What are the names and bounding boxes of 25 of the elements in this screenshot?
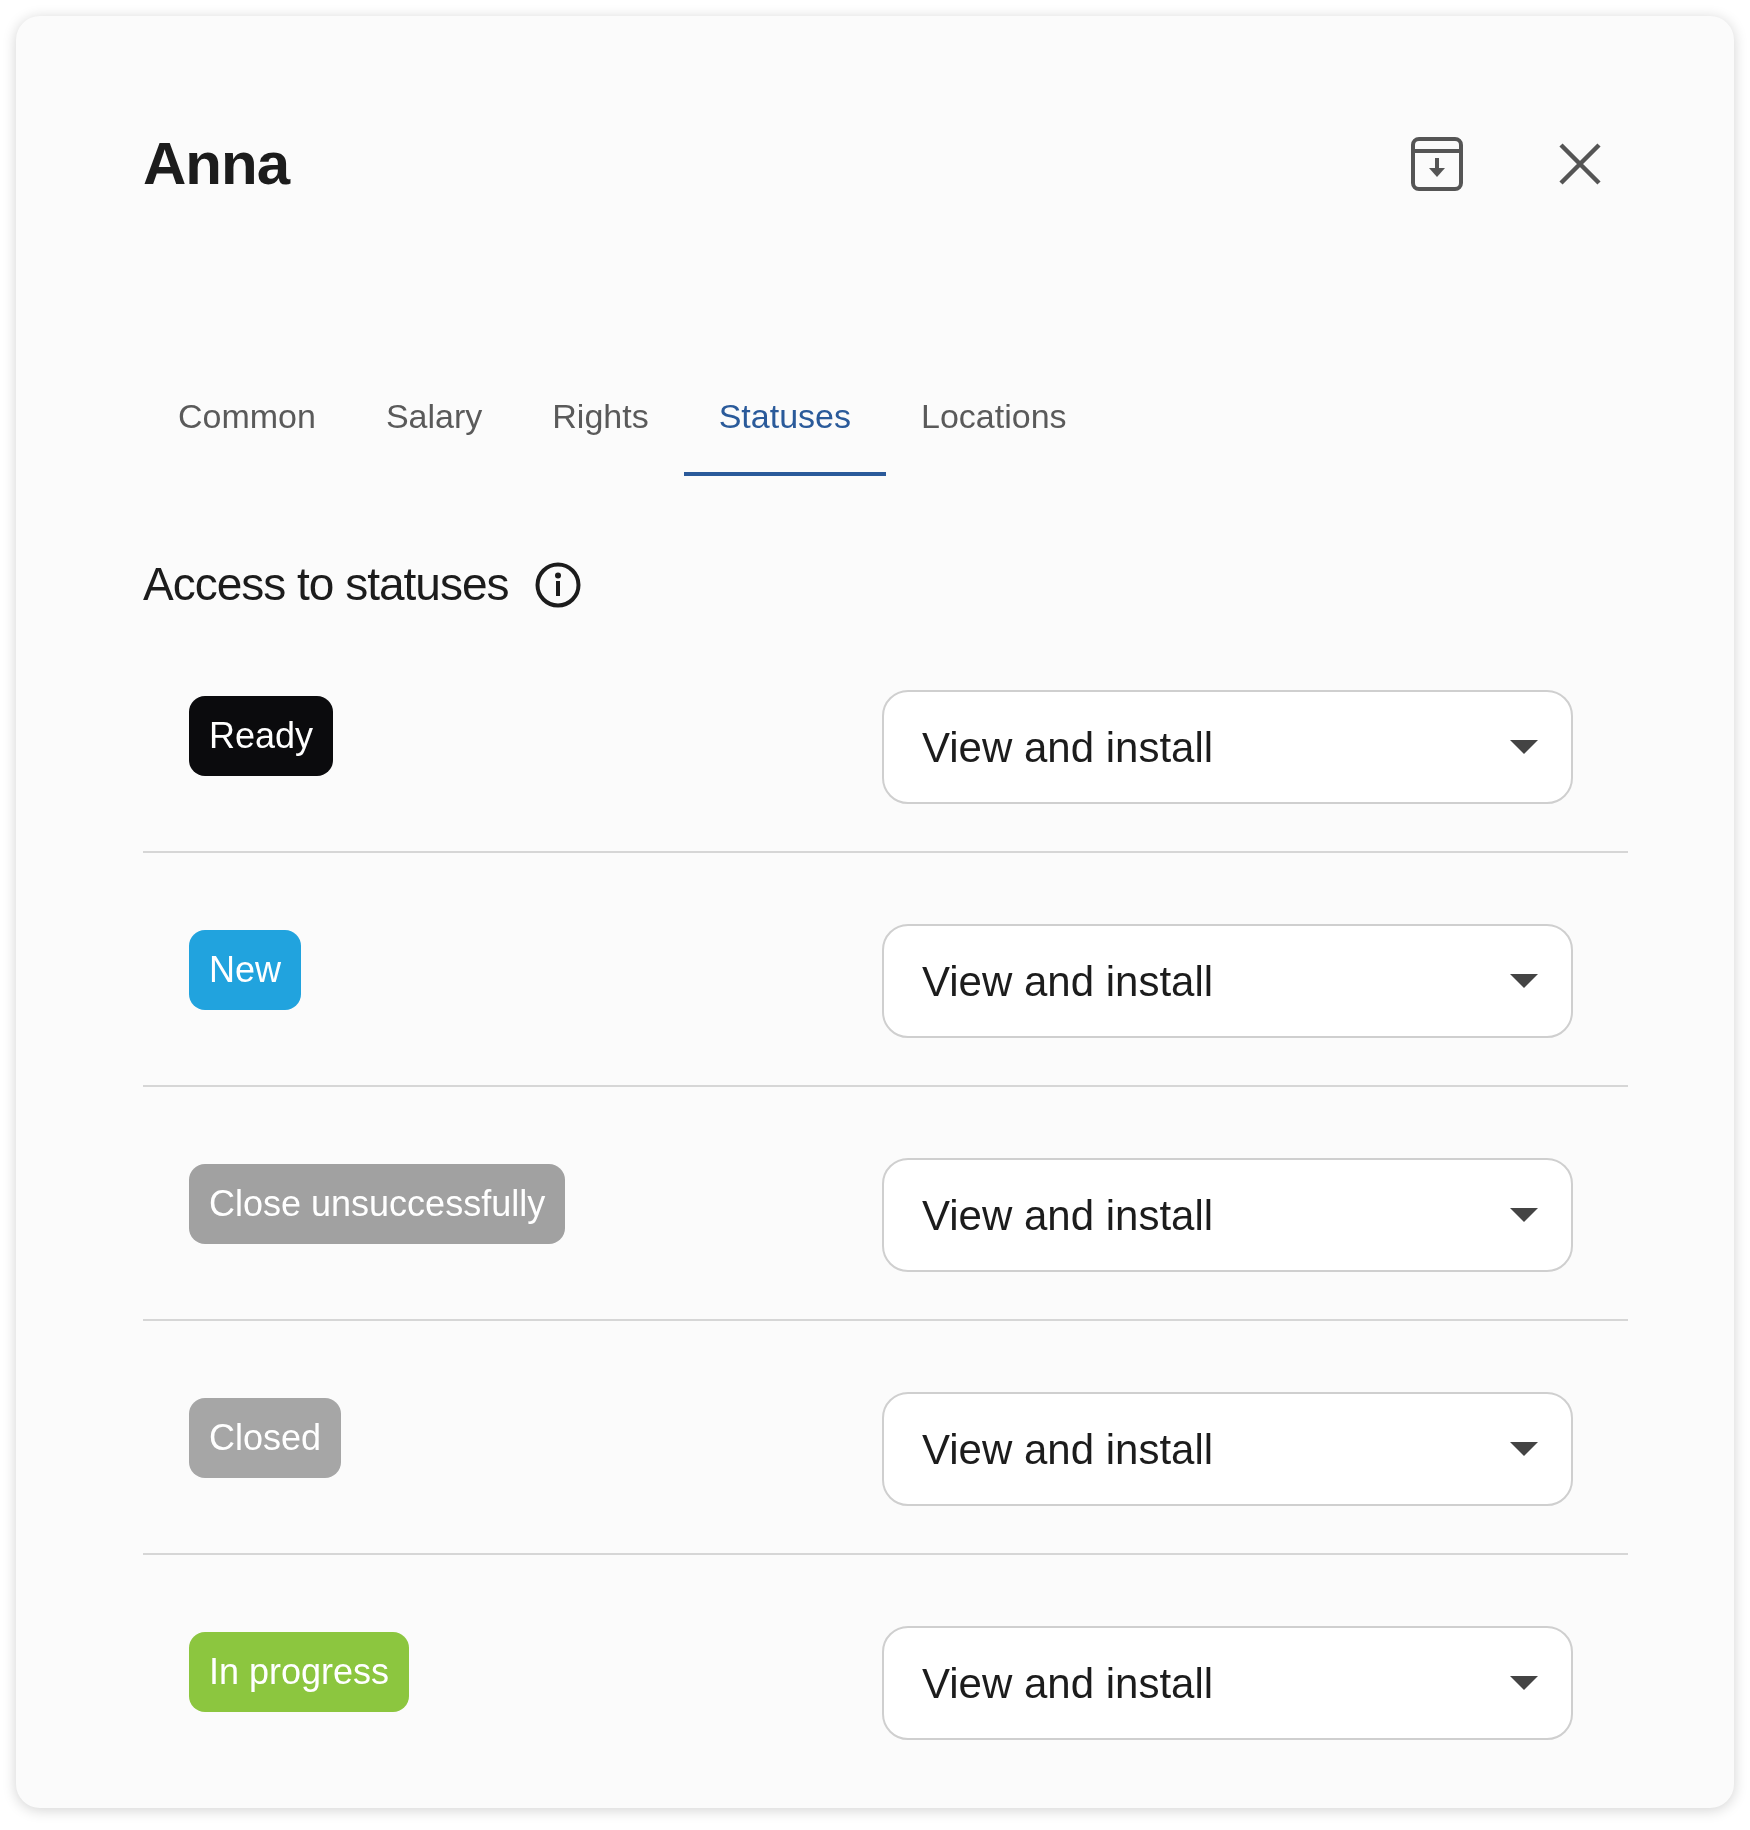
caret-icon [1509, 1207, 1539, 1223]
status-tag: In progress [189, 1632, 410, 1712]
caret-icon [1509, 739, 1539, 755]
caret-icon [1509, 973, 1539, 989]
access-dropdown[interactable]: View and install [882, 1158, 1573, 1272]
tab[interactable]: Statuses [683, 376, 886, 476]
status-tag: Close unsuccessfully [189, 1164, 566, 1244]
tab[interactable]: Common [143, 376, 351, 476]
tab[interactable]: Rights [517, 376, 684, 476]
status-tag: New [189, 930, 302, 1010]
access-dropdown[interactable]: View and install [882, 690, 1573, 804]
tab[interactable]: Locations [886, 376, 1102, 476]
tab[interactable]: Salary [350, 376, 518, 476]
caret-icon [1509, 1441, 1539, 1457]
access-dropdown[interactable]: View and install [882, 1626, 1573, 1740]
window-title: Anna [143, 134, 291, 194]
access-dropdown[interactable]: View and install [882, 924, 1573, 1038]
close-icon[interactable] [1558, 142, 1602, 186]
info-icon[interactable] [534, 561, 581, 608]
status-tag: Closed [189, 1398, 342, 1478]
access-dropdown[interactable]: View and install [882, 1392, 1573, 1506]
caret-icon [1509, 1675, 1539, 1691]
archive-download-icon[interactable] [1410, 136, 1464, 192]
status-tag: Ready [189, 696, 334, 776]
section-heading: Access to statuses [143, 557, 509, 612]
